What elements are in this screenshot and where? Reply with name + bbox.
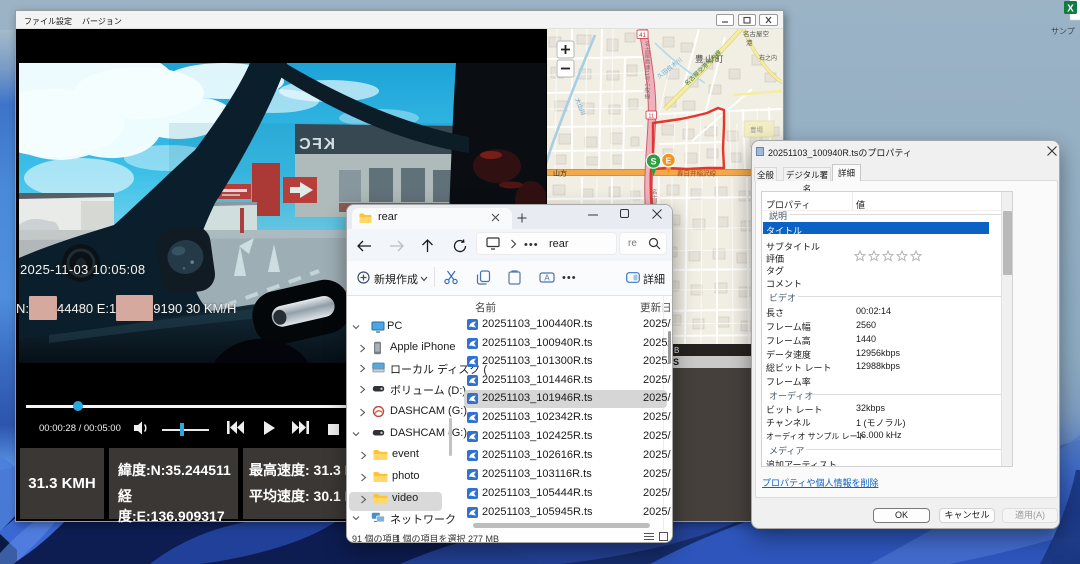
svg-text:41: 41 (639, 33, 646, 39)
svg-text:E: E (666, 156, 672, 166)
svg-text:港: 港 (746, 38, 753, 47)
svg-text:右之内: 右之内 (759, 54, 777, 62)
svg-text:名古屋高速11号小牧線: 名古屋高速11号小牧線 (643, 40, 650, 99)
svg-text:山方: 山方 (553, 169, 567, 178)
svg-text:A: A (544, 274, 550, 283)
svg-text:春日井稲沢線: 春日井稲沢線 (677, 169, 717, 178)
svg-text:名古屋空: 名古屋空 (743, 29, 770, 38)
svg-text:豊場: 豊場 (750, 125, 764, 134)
svg-text:S: S (650, 157, 656, 167)
svg-text:11: 11 (648, 114, 654, 120)
svg-text:X: X (1067, 4, 1074, 15)
